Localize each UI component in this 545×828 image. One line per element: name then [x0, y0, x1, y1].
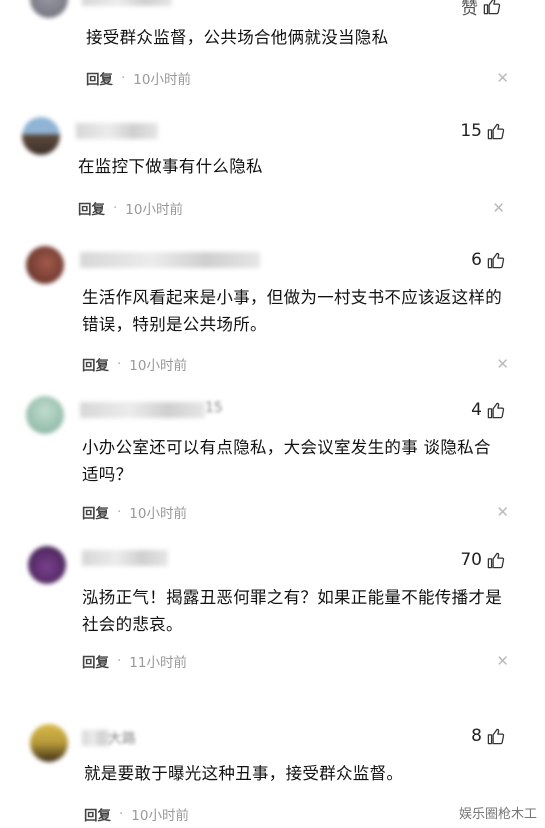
separator-dot: ·	[113, 200, 118, 216]
reply-button[interactable]: 回复	[82, 502, 109, 522]
comment-time: 10小时前	[131, 808, 189, 824]
username-text: 大路	[108, 731, 136, 747]
like-button[interactable]: 70	[460, 550, 505, 570]
username[interactable]	[76, 123, 158, 139]
close-icon[interactable]: ✕	[496, 503, 509, 521]
like-button[interactable]: 8	[471, 726, 505, 746]
like-button[interactable]: 4	[471, 400, 505, 420]
reply-button[interactable]: 回复	[84, 804, 111, 824]
comment-text: 小办公室还可以有点隐私，大会议室发生的事 谈隐私合适吗？	[82, 438, 491, 484]
close-icon[interactable]: ✕	[492, 199, 505, 217]
username[interactable]	[80, 402, 205, 418]
like-button[interactable]: 15	[460, 121, 505, 141]
comment-time: 10小时前	[125, 202, 183, 218]
thumbs-up-icon	[487, 123, 505, 139]
comment-text: 在监控下做事有什么隐私	[78, 157, 263, 176]
reply-button[interactable]: 回复	[82, 354, 109, 374]
comment-meta: 回复 · 10小时前	[84, 804, 189, 824]
comment-meta: 回复 · 10小时前	[82, 502, 187, 522]
like-count: 4	[471, 400, 482, 420]
separator-dot: ·	[119, 806, 124, 822]
like-count: 6	[471, 250, 482, 270]
reply-button[interactable]: 回复	[78, 198, 105, 218]
close-icon[interactable]: ✕	[496, 652, 509, 670]
separator-dot: ·	[117, 356, 122, 372]
like-count: 赞	[461, 0, 478, 19]
username[interactable]	[82, 550, 168, 566]
comment-text: 生活作风看起来是小事，但做为一村支书不应该返这样的错误，特别是公共场所。	[82, 288, 502, 334]
avatar[interactable]	[22, 117, 60, 155]
thumbs-up-icon	[487, 402, 505, 418]
like-count: 70	[460, 550, 482, 570]
comment-text: 泓扬正气！揭露丑恶何罪之有？如果正能量不能传播才是社会的悲哀。	[82, 588, 502, 634]
username[interactable]	[80, 252, 260, 268]
watermark: 娱乐圈枪木工	[458, 807, 537, 822]
separator-dot: ·	[117, 504, 122, 520]
like-button[interactable]: 6	[471, 250, 505, 270]
comment-meta: 回复 · 10小时前	[86, 68, 191, 88]
separator-dot: ·	[121, 70, 126, 86]
thumbs-up-icon	[487, 728, 505, 744]
comment-time: 10小时前	[133, 72, 191, 88]
thumbs-up-icon	[487, 552, 505, 568]
comment-text: 就是要敢于曝光这种丑事，接受群众监督。	[84, 764, 404, 783]
comment-meta: 回复 · 11小时前	[82, 651, 187, 671]
separator-dot: ·	[117, 653, 122, 669]
avatar[interactable]	[30, 0, 68, 18]
thumbs-up-icon	[483, 0, 501, 15]
thumbs-up-icon	[487, 252, 505, 268]
username[interactable]	[82, 0, 172, 6]
avatar[interactable]	[26, 246, 64, 284]
close-icon[interactable]: ✕	[496, 355, 509, 373]
comment-meta: 回复 · 10小时前	[78, 198, 183, 218]
avatar[interactable]	[30, 724, 68, 762]
comment-meta: 回复 · 10小时前	[82, 354, 187, 374]
like-count: 15	[460, 121, 482, 141]
close-icon[interactable]: ✕	[496, 69, 509, 87]
comment-text: 接受群众监督，公共场合他俩就没当隐私	[86, 28, 389, 47]
comment-time: 10小时前	[129, 506, 187, 522]
comment-time: 10小时前	[129, 358, 187, 374]
username-text: 15	[205, 400, 223, 416]
avatar[interactable]	[26, 396, 64, 434]
reply-button[interactable]: 回复	[86, 68, 113, 88]
like-count: 8	[471, 726, 482, 746]
like-button[interactable]: 赞	[461, 0, 501, 19]
avatar[interactable]	[28, 546, 66, 584]
comment-time: 11小时前	[129, 655, 187, 671]
username[interactable]	[82, 730, 110, 746]
reply-button[interactable]: 回复	[82, 651, 109, 671]
